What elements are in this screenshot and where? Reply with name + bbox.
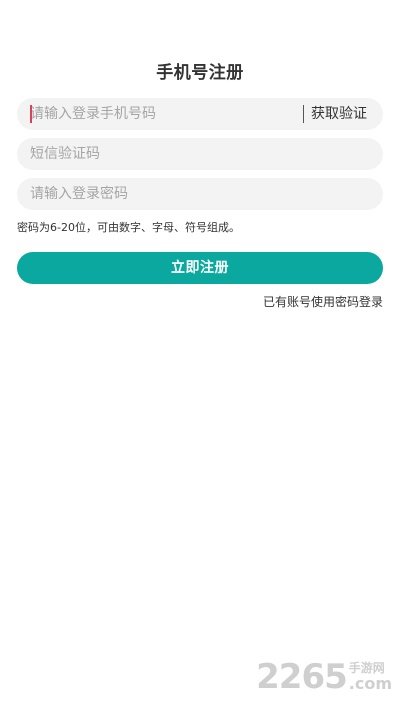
sms-code-input[interactable] [30, 138, 360, 170]
password-login-link[interactable]: 已有账号使用密码登录 [263, 293, 383, 310]
page-title: 手机号注册 [156, 63, 244, 83]
watermark-side: 手游网 .com [349, 662, 392, 692]
phone-input[interactable] [30, 98, 300, 130]
watermark-domain: .com [348, 674, 392, 693]
phone-field: 获取验证 [17, 98, 383, 130]
password-hint: 密码为6-20位，可由数字、字母、符号组成。 [17, 221, 240, 234]
password-field [17, 178, 383, 210]
field-divider [303, 105, 304, 123]
register-page: 手机号注册 获取验证 密码为6-20位，可由数字、字母、符号组成。 立即注册 已… [0, 0, 400, 711]
text-caret [30, 105, 32, 123]
get-code-button[interactable]: 获取验证 [311, 98, 367, 130]
watermark-number: 2265 [256, 657, 348, 697]
password-input[interactable] [30, 178, 360, 210]
sms-code-field [17, 138, 383, 170]
watermark-site-name: 手游网 [348, 661, 385, 675]
site-watermark-logo: 2265 手游网 .com [256, 657, 392, 697]
register-button[interactable]: 立即注册 [17, 252, 383, 284]
